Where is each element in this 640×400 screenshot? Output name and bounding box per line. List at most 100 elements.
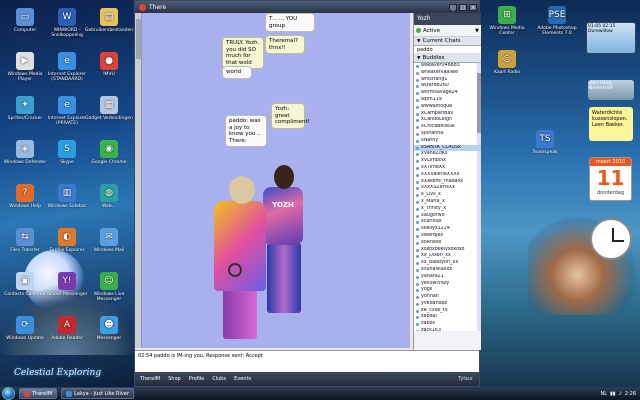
status-selector[interactable]: Active ▼ [414,25,481,37]
buddy-item[interactable]: x_Maria_x [414,199,481,206]
avatar-yozh-head[interactable] [274,165,294,189]
app-icon: ? [16,184,34,202]
buddy-item[interactable]: yellowcrazy [414,281,481,288]
desktop-icon[interactable]: ▤ Gebruikersbestanden [84,8,134,33]
taskbar-button-label: Lakya - Just Like River [74,390,130,397]
buddy-item[interactable]: zabdal [414,314,481,321]
maximize-button[interactable]: □ [459,3,467,11]
buddy-item[interactable]: x_Trinity_x [414,206,481,213]
current-chats-header[interactable]: ▼ Current Chats [414,37,481,46]
volume-icon[interactable]: ♪ [619,391,622,397]
buddy-item[interactable]: xxxnaskaxxx [414,267,481,274]
desktop-icon[interactable]: ☻ Messenger [84,316,134,341]
buddy-item[interactable]: xXakemi_madalix [414,179,481,186]
desktop-icon[interactable]: ⊞ Windows Media Center [482,6,532,36]
desktop-icon[interactable]: ✉ Windows Mail [84,228,134,253]
buddy-item[interactable]: yvedandez [414,301,481,308]
buddy-item[interactable]: xCandoLeigh [414,117,481,124]
buddy-item[interactable]: xoxoxbeelyxoxoxo [414,247,481,254]
buddy-item[interactable]: xJohanna [414,131,481,138]
clock-gadget[interactable]: 01-05 02:15 Durewillow [586,22,636,54]
buddy-item[interactable]: zack163 [414,328,481,331]
network-icon[interactable]: ▮▮ [610,391,616,397]
desktop-icon[interactable]: PSE Adobe Photoshop Elements 7.0 [532,6,582,36]
desktop-icon-label: Windows Live Messenger [93,292,125,302]
chevron-down-icon[interactable]: ▼ [475,28,479,34]
buddy-item[interactable]: xCampariBav [414,111,481,118]
current-chat-item[interactable]: paddo [414,46,481,54]
buddy-item[interactable]: wpm119 [414,97,481,104]
desktop-icon-label: Messenger [96,336,122,341]
collapse-icon[interactable]: ▼ [417,39,420,44]
tray-clock[interactable]: 2:26 [625,391,636,397]
note-gadget[interactable]: Waterdichte kussenslopen. Leen Bakker. [589,107,633,141]
calendar-day: 11 [596,166,625,190]
desktop-icon[interactable]: TS Teamspeak [520,130,570,155]
buddy-item[interactable]: yogil [414,287,481,294]
footer-tab[interactable]: ThereIM [140,376,160,382]
avatar-yozh-body[interactable]: YOZH [263,187,303,245]
buddy-item[interactable]: xaugorwo [414,213,481,220]
buddy-item[interactable]: xcarlitax [414,219,481,226]
footer-tab[interactable]: Profile [189,376,205,382]
footer-user[interactable]: Tylaur [458,376,479,382]
chat-bubble: Theremal? thnx!! [265,35,305,54]
footer-tab[interactable]: Clubs [212,376,226,382]
taskbar-button[interactable]: ThereIM [19,388,58,399]
buddy-item[interactable]: yahara21 [414,274,481,281]
desktop-icon[interactable]: ▦ Gadget Verbindingen [84,96,134,121]
buddy-item[interactable]: yonnan [414,294,481,301]
footer-tab[interactable]: Shop [168,376,181,382]
buddy-item[interactable]: whistfang1 [414,77,481,84]
taskbar-button[interactable]: Lakya - Just Like River [61,388,135,399]
desktop-icon[interactable]: ☺ Windows Live Messenger [84,272,134,302]
buddy-item[interactable]: wormsavage24 [414,90,481,97]
avatar-paddo-head[interactable] [229,176,255,204]
desktop-icon[interactable]: ◍ Web... [84,184,134,209]
weather-gadget[interactable]: Den Haag, Nederland [588,80,634,100]
desktop-icon[interactable]: ● IMVU [84,52,134,77]
desktop-icon-label: Teamspeak [532,150,558,155]
avatar-paddo-legs[interactable] [223,289,257,339]
side-tab[interactable] [135,13,142,348]
collapse-icon[interactable]: ▼ [417,56,420,61]
buddy-item[interactable]: xkellyx1224 [414,226,481,233]
buddies-header[interactable]: ▼ Buddies [414,54,481,63]
minimize-button[interactable]: _ [449,3,457,11]
buddy-list[interactable]: waeaver046883 wheatervaallee whistfang1 wiz… [414,63,481,331]
avatar-paddo-body[interactable] [214,201,266,291]
buddy-item[interactable]: wizard8260 [414,83,481,90]
chat-log[interactable]: 02:54 paddo is IM-ing you. Response sent… [135,350,479,372]
buddy-item[interactable]: wheatervaallee [414,70,481,77]
language-indicator[interactable]: NL [601,391,608,397]
buddy-item[interactable]: zR_cxke_tV [414,308,481,315]
avatar-yozh-legs[interactable] [267,243,301,313]
buddy-item[interactable]: xVLimbolx [414,158,481,165]
buddy-item[interactable]: xXTimeXx [414,165,481,172]
buddy-item[interactable]: xleerdjex [414,233,481,240]
imvu-window[interactable]: There _ □ × T... ... YOU group Theremal?… [134,0,481,387]
buddy-item[interactable]: xx_Dixen_xx [414,253,481,260]
buddy-item[interactable]: xSANTA_CLAUSx [414,144,481,152]
buddy-item[interactable]: xNathy [414,138,481,145]
app-icon: ☻ [100,316,118,334]
buddy-item[interactable]: waeaver046883 [414,63,481,70]
start-button[interactable] [2,387,15,400]
buddy-item[interactable]: zabos [414,321,481,328]
close-button[interactable]: × [469,3,477,11]
buddy-item[interactable]: x_Livs_x [414,192,481,199]
footer-tab[interactable]: Events [234,376,251,382]
imvu-titlebar[interactable]: There _ □ × [135,1,479,13]
desktop-icon[interactable]: ◉ Google Chrome [84,140,134,165]
desktop-icon[interactable]: ◎ Kaart Radio [482,50,532,75]
buddy-item[interactable]: xChicaBellaSk [414,124,481,131]
analog-clock-gadget[interactable] [590,218,632,260]
buddy-item[interactable]: xVaheZoKs [414,151,481,158]
buddy-item[interactable]: xx_babbyorl_xx [414,260,481,267]
buddy-item[interactable]: xoRnexo [414,240,481,247]
buddy-item[interactable]: wwwaitloque [414,104,481,111]
buddy-item[interactable]: xXXValerieXXXx [414,172,481,179]
calendar-gadget[interactable]: maart 2010 11 donderdag [589,157,632,201]
avatar-shirt-text: YOZH [272,201,294,209]
buddy-item[interactable]: xXxXSZertsXx [414,185,481,192]
